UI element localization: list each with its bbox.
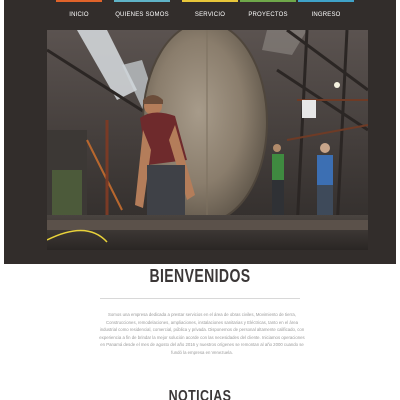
welcome-divider [100, 298, 300, 299]
nav-ingreso-label: INGRESO [311, 12, 341, 18]
nav-servicio-bar [182, 0, 238, 2]
nav-inicio[interactable]: INICIO [56, 0, 102, 26]
nav-inicio-bar [56, 0, 102, 2]
welcome-title: BIENVENIDOS [149, 266, 251, 286]
nav-proyectos-bar [240, 0, 296, 2]
nav-quienes-somos[interactable]: QUIENES SOMOS [114, 0, 170, 26]
nav-proyectos-label: PROYECTOS [248, 12, 288, 18]
main-nav: INICIO QUIENES SOMOS SERVICIO PROYECTOS … [4, 0, 396, 26]
nav-quienes-bar [114, 0, 170, 2]
news-title: NOTICIAS [168, 388, 232, 400]
nav-inicio-label: INICIO [69, 12, 89, 18]
welcome-text: Somos una empresa dedicada a prestar ser… [99, 312, 305, 355]
factory-photo [47, 30, 368, 250]
nav-proyectos[interactable]: PROYECTOS [240, 0, 296, 26]
hero-image [47, 30, 368, 250]
nav-quienes-label: QUIENES SOMOS [115, 12, 169, 18]
page: INICIO QUIENES SOMOS SERVICIO PROYECTOS … [0, 0, 400, 400]
nav-ingreso[interactable]: INGRESO [298, 0, 354, 26]
nav-servicio-label: SERVICIO [194, 12, 226, 18]
nav-servicio[interactable]: SERVICIO [182, 0, 238, 26]
nav-ingreso-bar [298, 0, 354, 2]
header-section: INICIO QUIENES SOMOS SERVICIO PROYECTOS … [4, 0, 396, 264]
